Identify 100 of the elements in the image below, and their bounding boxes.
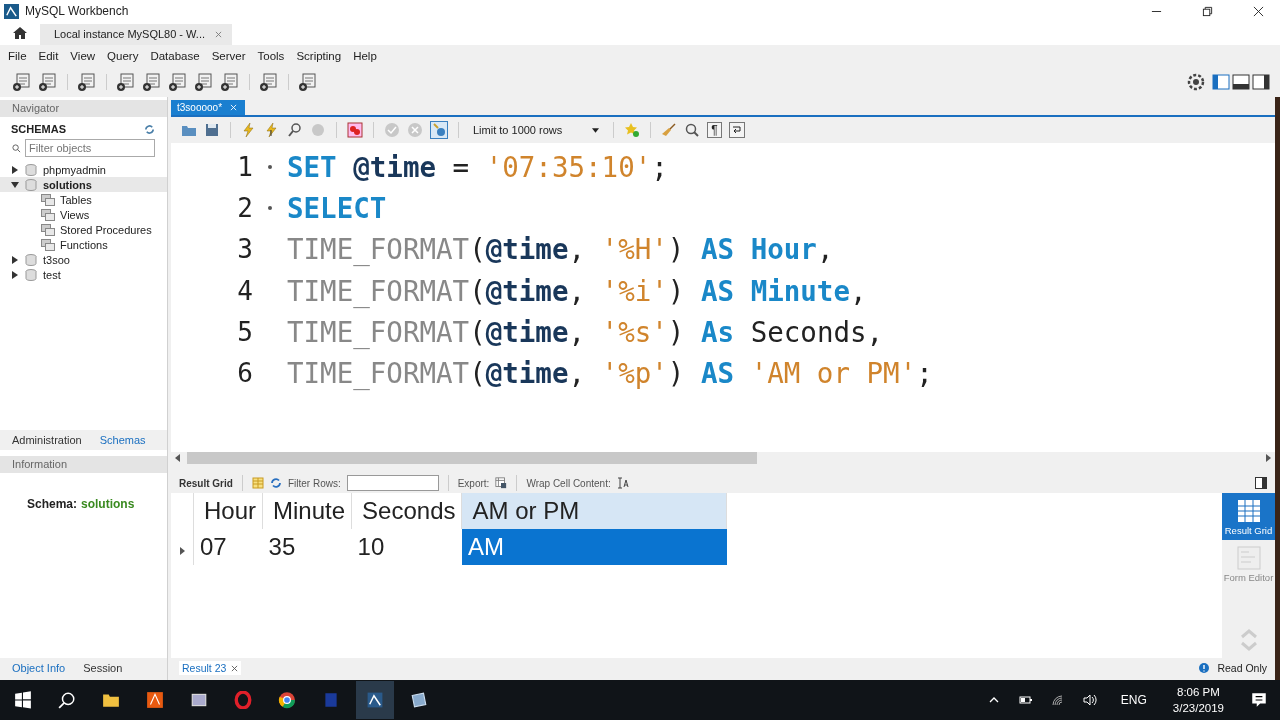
line-number: 1 [236, 151, 253, 182]
menu-item[interactable]: Database [144, 50, 206, 62]
export-icon[interactable] [495, 477, 508, 489]
schema-folder-item[interactable]: Functions [0, 237, 167, 252]
side-tab[interactable]: Result Grid [1222, 493, 1275, 540]
app-logo-icon [4, 3, 19, 19]
filter-label: Filter Rows: [287, 477, 341, 489]
layout-toggle-icon[interactable] [1212, 74, 1272, 90]
notification-icon[interactable] [1250, 691, 1268, 709]
settings-icon[interactable] [1186, 72, 1206, 92]
result-tab[interactable]: Result 23 [179, 661, 242, 675]
panel-tab[interactable]: Session [71, 662, 129, 674]
check-icon[interactable] [384, 122, 400, 138]
result-grid-label: Result Grid [179, 477, 233, 489]
wrap-text-icon[interactable] [616, 477, 629, 489]
panel-header: Information [0, 455, 167, 473]
folder-icon [41, 208, 55, 221]
expand-arrow-icon[interactable] [11, 165, 19, 174]
close-icon[interactable] [1253, 5, 1264, 17]
wrap-icon[interactable] [728, 122, 745, 138]
battery-icon[interactable] [1018, 694, 1033, 706]
schema-item[interactable]: t3soo [0, 252, 167, 267]
start-icon[interactable] [14, 691, 32, 709]
lightning-cursor-icon[interactable] [264, 122, 280, 138]
filter-field[interactable]: Filter objects [25, 139, 155, 157]
close-icon[interactable] [231, 664, 239, 672]
database-icon [25, 163, 37, 176]
export-label: Export: [457, 477, 490, 489]
folder-icon [41, 193, 55, 206]
panel-tab[interactable]: Object Info [0, 662, 72, 674]
scroll-right-icon[interactable] [1265, 454, 1271, 462]
column-header[interactable]: AM or PM [462, 493, 727, 529]
code-line: SELECT [287, 191, 387, 224]
menu-item[interactable]: File [2, 50, 33, 62]
connection-tab[interactable]: Local instance MySQL80 - W... [40, 24, 232, 45]
schema-item[interactable]: solutions [0, 177, 167, 192]
schema-folder-item[interactable]: Tables [0, 192, 167, 207]
schema-folder-item[interactable]: Stored Procedures [0, 222, 167, 237]
wrap-label: Wrap Cell Content: [526, 477, 611, 489]
invisible-chars-button[interactable]: ¶ [707, 122, 722, 138]
search-icon[interactable] [58, 691, 76, 709]
column-header[interactable]: Hour [193, 493, 263, 529]
editor-tab[interactable]: t3sooooo* [171, 100, 246, 115]
code-line: TIME_FORMAT(@time, '%H') AS Hour, [287, 233, 834, 266]
table-cell[interactable]: AM [462, 529, 727, 565]
refresh-icon[interactable] [144, 123, 155, 135]
language-indicator[interactable]: ENG [1120, 693, 1147, 707]
menu-item[interactable]: Server [205, 50, 252, 62]
code-line: TIME_FORMAT(@time, '%i') AS Minute, [287, 274, 867, 307]
app-icon[interactable] [410, 691, 428, 709]
star-plus-icon[interactable] [624, 122, 641, 138]
panel-toggle-icon[interactable] [1255, 477, 1267, 489]
menu-item[interactable]: Tools [251, 50, 291, 62]
line-number: 6 [236, 358, 253, 389]
table-cell[interactable]: 07 [193, 529, 263, 565]
status-text: Read Only [1217, 662, 1267, 674]
limit-dropdown[interactable]: Limit to 1000 rows [469, 124, 604, 136]
database-icon [25, 268, 37, 281]
clock[interactable]: 8:06 PM 3/23/2019 [1172, 684, 1224, 716]
code-line: TIME_FORMAT(@time, '%s') As Seconds, [287, 315, 884, 348]
schema-name: solutions [81, 496, 135, 511]
restore-icon[interactable] [1202, 5, 1213, 17]
column-header[interactable]: Seconds [351, 493, 462, 529]
database-icon [25, 253, 37, 266]
home-icon[interactable] [12, 25, 28, 41]
scroll-left-icon[interactable] [175, 454, 181, 462]
app-icon[interactable] [146, 691, 164, 709]
line-number: 3 [236, 234, 253, 265]
table-cell[interactable]: 10 [351, 529, 462, 565]
refresh-icon[interactable] [269, 477, 282, 489]
menu-item[interactable]: Scripting [290, 50, 348, 62]
browser-icon[interactable] [278, 691, 296, 709]
database-icon [25, 178, 37, 191]
menu-item[interactable]: Edit [32, 50, 65, 62]
filter-field[interactable] [346, 475, 439, 491]
schema-item[interactable]: phpmyadmin [0, 162, 167, 177]
collapse-arrow-icon[interactable] [11, 180, 19, 189]
save-icon[interactable] [204, 122, 220, 138]
app-icon[interactable] [190, 691, 208, 709]
panel-tab[interactable]: Schemas [87, 433, 152, 446]
info-icon [1199, 663, 1210, 673]
line-number: 4 [236, 275, 253, 306]
row-pointer-icon [179, 547, 185, 555]
wifi-icon[interactable] [1050, 694, 1065, 706]
code-line: SET @time = '07:35:10'; [287, 150, 668, 183]
column-header[interactable]: Minute [262, 493, 352, 529]
schema-folder-item[interactable]: Views [0, 207, 167, 222]
menu-item[interactable]: Query [101, 50, 145, 62]
caret-icon[interactable] [592, 127, 600, 133]
table-cell[interactable]: 35 [262, 529, 352, 565]
schema-item[interactable]: test [0, 267, 167, 282]
magnifier-icon[interactable] [287, 122, 303, 138]
panel-tab[interactable]: Administration [0, 433, 88, 446]
grid-icon [1236, 499, 1261, 523]
form-icon [1236, 546, 1261, 570]
folder-icon[interactable] [102, 691, 120, 709]
menu-item[interactable]: View [64, 50, 102, 62]
volume-icon[interactable] [1082, 694, 1097, 706]
search-icon[interactable] [684, 122, 701, 138]
menu-item[interactable]: Help [347, 50, 383, 62]
